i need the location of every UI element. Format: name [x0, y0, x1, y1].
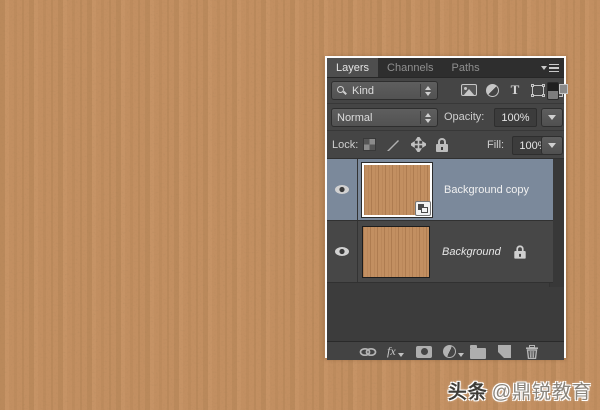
lock-position-move-icon[interactable] [411, 137, 426, 152]
panel-bottom-bar: fx [327, 341, 564, 360]
visibility-cell[interactable] [327, 221, 358, 282]
filter-shape-layers-button[interactable] [530, 83, 546, 97]
adjustment-arrow-icon [458, 352, 464, 357]
filter-kind-label: Kind [352, 84, 375, 97]
layer-row-background[interactable]: Background [327, 221, 553, 283]
panel-tab-bar: Layers Channels Paths [327, 58, 564, 78]
stepper-icon [420, 111, 435, 124]
filter-type-layers-button[interactable]: T [507, 82, 523, 97]
layer-name[interactable]: Background copy [444, 184, 529, 196]
eye-icon [335, 185, 349, 194]
stepper-icon [420, 84, 435, 97]
layer-thumbnail[interactable] [362, 225, 430, 278]
new-layer-icon [498, 345, 511, 358]
fx-icon: fx [387, 344, 396, 358]
folder-icon [470, 344, 486, 359]
new-adjustment-layer-button[interactable] [443, 344, 464, 359]
filtering-toggle-switch[interactable] [547, 82, 559, 100]
opacity-value[interactable]: 100% [494, 108, 537, 127]
filter-pixel-layers-button[interactable] [461, 83, 477, 97]
opacity-dropdown-button[interactable] [541, 108, 563, 127]
link-layers-button[interactable] [359, 344, 377, 359]
shape-anchors-icon [531, 83, 545, 97]
layer-mask-icon [416, 345, 432, 358]
blend-mode-value: Normal [337, 111, 373, 124]
filter-kind-dropdown[interactable]: Kind [331, 81, 438, 100]
fx-arrow-icon [397, 352, 404, 357]
search-icon [337, 85, 347, 96]
panel-menu-icon[interactable] [541, 62, 559, 74]
menu-arrow-icon [541, 66, 547, 70]
tab-channels[interactable]: Channels [378, 58, 442, 77]
trash-icon [526, 344, 538, 359]
visibility-cell[interactable] [327, 159, 358, 220]
layers-list: Background copy Background [327, 159, 564, 341]
tab-layers[interactable]: Layers [327, 58, 379, 77]
blend-row: Normal Opacity: 100% [327, 104, 564, 131]
adjustment-circle-icon [443, 345, 456, 358]
watermark-handle: @鼎锐教育 [491, 382, 592, 403]
lock-label: Lock: [332, 139, 359, 151]
thumbnail-texture [363, 226, 429, 277]
layer-style-button[interactable]: fx [387, 344, 404, 359]
tab-paths[interactable]: Paths [443, 58, 489, 77]
locked-layer-icon [514, 245, 526, 259]
fill-label: Fill: [487, 139, 505, 151]
layer-row-background-copy[interactable]: Background copy [327, 159, 553, 221]
lock-row: Lock: Fill: 100% [327, 131, 564, 159]
lock-all-icon[interactable] [436, 137, 448, 152]
half-circle-icon [485, 83, 499, 97]
fill-dropdown-button[interactable] [541, 136, 563, 155]
new-layer-button[interactable] [498, 344, 511, 359]
add-layer-mask-button[interactable] [416, 344, 432, 359]
filter-row: Kind T [327, 78, 568, 104]
watermark-brand: 头条 [447, 382, 488, 403]
hamburger-icon [549, 63, 559, 73]
lock-pixels-brush-icon[interactable] [386, 138, 401, 152]
image-icon [461, 84, 477, 96]
layers-panel: Layers Channels Paths Kind T Normal Opac… [325, 56, 568, 360]
filter-adjustment-layers-button[interactable] [484, 83, 500, 97]
chain-link-icon [359, 347, 377, 356]
delete-layer-button[interactable] [525, 344, 539, 359]
copy-badge-icon [415, 200, 431, 216]
new-group-button[interactable] [470, 344, 486, 359]
lock-transparency-icon[interactable] [363, 138, 376, 151]
opacity-label: Opacity: [444, 111, 485, 123]
layer-name[interactable]: Background [442, 246, 501, 258]
watermark: 头条 @鼎锐教育 [448, 377, 592, 404]
eye-icon [335, 247, 349, 256]
layer-thumbnail[interactable] [361, 161, 433, 218]
blend-mode-select[interactable]: Normal [331, 108, 438, 127]
